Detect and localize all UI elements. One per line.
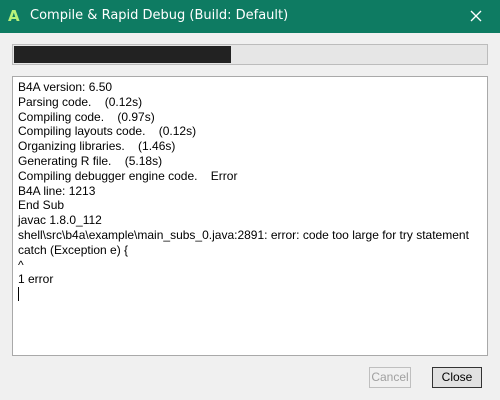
text-caret-line	[18, 287, 482, 302]
cancel-button[interactable]: Cancel	[369, 367, 411, 388]
close-icon[interactable]	[468, 8, 484, 24]
progress-bar-fill	[14, 46, 231, 63]
b4a-app-icon: A	[8, 7, 20, 25]
log-line: 1 error	[18, 272, 54, 287]
title-bar[interactable]: A Compile & Rapid Debug (Build: Default)	[0, 0, 500, 33]
log-line: Parsing code. (0.12s)	[18, 94, 143, 109]
log-line: ^	[18, 257, 24, 272]
window-title: Compile & Rapid Debug (Build: Default)	[30, 8, 289, 23]
compile-progress-bar	[12, 44, 488, 65]
log-line: shell\src\b4a\example\main_subs_0.java:2…	[18, 227, 469, 242]
log-line: catch (Exception e) {	[18, 242, 129, 257]
log-line: B4A version: 6.50	[18, 80, 113, 94]
log-line: Organizing libraries. (1.46s)	[18, 139, 176, 154]
log-line: Compiling debugger engine code. Error	[18, 168, 238, 183]
log-line: B4A line: 1213	[18, 183, 96, 198]
close-button[interactable]: Close	[432, 367, 482, 388]
log-line: End Sub	[18, 198, 65, 213]
log-line: Generating R file. (5.18s)	[18, 153, 163, 168]
close-icon-glyph	[470, 10, 482, 22]
compile-dialog: A Compile & Rapid Debug (Build: Default)…	[0, 0, 500, 400]
log-line: Compiling layouts code. (0.12s)	[18, 124, 197, 139]
compile-log-textarea[interactable]: B4A version: 6.50 Parsing code. (0.12s) …	[12, 76, 488, 356]
log-line: Compiling code. (0.97s)	[18, 109, 155, 124]
log-line: javac 1.8.0_112	[18, 213, 102, 228]
text-caret	[18, 287, 19, 302]
